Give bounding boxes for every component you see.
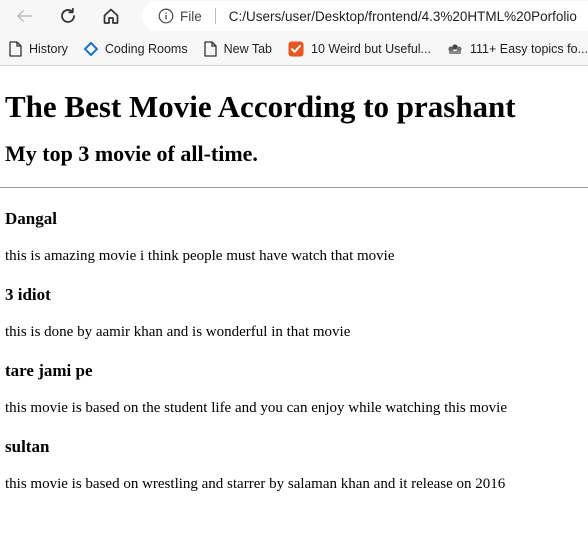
page-content: The Best Movie According to prashant My … — [0, 87, 588, 494]
page-icon — [9, 40, 22, 57]
address-divider — [214, 8, 216, 24]
movie-description: this movie is based on wrestling and sta… — [5, 476, 506, 492]
bookmark-label: New Tab — [223, 41, 273, 56]
checkbox-orange-icon — [288, 41, 304, 57]
address-bar[interactable]: File C:/Users/user/Desktop/frontend/4.3%… — [142, 1, 588, 31]
reload-button[interactable] — [54, 2, 82, 30]
bookmarks-bar: History Coding Rooms New Tab 10 Weird bu… — [0, 32, 588, 66]
address-scheme: File — [180, 8, 202, 24]
movie-item: tare jami pe this movie is based on the … — [5, 360, 588, 418]
browser-toolbar: File C:/Users/user/Desktop/frontend/4.3%… — [0, 0, 588, 32]
movie-item: 3 idiot this is done by aamir khan and i… — [5, 284, 588, 342]
info-icon[interactable] — [158, 8, 174, 24]
movie-name: 3 idiot — [5, 285, 51, 304]
movie-item: Dangal this is amazing movie i think peo… — [5, 208, 588, 266]
movie-name: tare jami pe — [5, 361, 93, 380]
home-icon — [102, 7, 120, 25]
page-icon — [203, 40, 217, 57]
bookmark-label: Coding Rooms — [104, 41, 188, 56]
bookmark-label: 10 Weird but Useful... — [311, 41, 431, 56]
movie-item: sultan this movie is based on wrestling … — [5, 436, 588, 494]
movie-description: this is done by aamir khan and is wonder… — [5, 324, 351, 340]
reload-icon — [59, 7, 77, 25]
address-url[interactable]: C:/Users/user/Desktop/frontend/4.3%20HTM… — [229, 9, 577, 24]
movie-name: Dangal — [5, 209, 57, 228]
divider — [0, 187, 588, 188]
movie-description: this is amazing movie i think people mus… — [5, 248, 395, 264]
bookmark-label: 111+ Easy topics fo... — [469, 41, 588, 56]
movie-name: sultan — [5, 437, 50, 456]
back-button[interactable] — [10, 2, 38, 30]
bookmark-coding-rooms[interactable]: Coding Rooms — [83, 41, 188, 56]
site-icon — [447, 42, 463, 56]
bookmark-label: History — [29, 41, 68, 56]
bookmark-history[interactable]: History — [9, 40, 68, 57]
page-title: The Best Movie According to prashant — [5, 89, 516, 124]
page-subtitle: My top 3 movie of all-time. — [5, 141, 258, 166]
coding-rooms-icon — [83, 41, 98, 56]
bookmark-easy-topics[interactable]: 111+ Easy topics fo... — [447, 42, 588, 56]
arrow-left-icon — [15, 7, 33, 25]
bookmark-weird-useful[interactable]: 10 Weird but Useful... — [288, 41, 431, 57]
home-button[interactable] — [97, 2, 125, 30]
movie-description: this movie is based on the student life … — [5, 400, 507, 416]
bookmark-new-tab[interactable]: New Tab — [203, 40, 273, 57]
